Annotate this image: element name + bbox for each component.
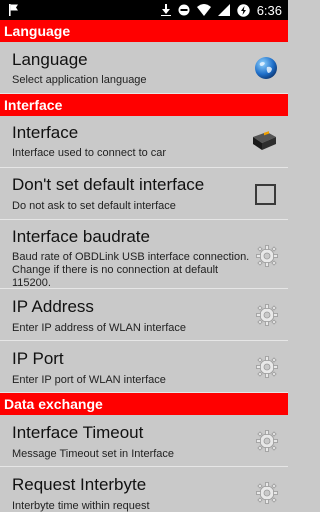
download-arrow-icon xyxy=(160,4,171,16)
section-header-data-exchange: Data exchange xyxy=(0,393,288,415)
clock: 6:36 xyxy=(256,2,282,18)
pref-ip-address[interactable]: IP Address Enter IP address of WLAN inte… xyxy=(0,289,288,341)
gear-icon xyxy=(256,482,278,504)
pref-interface-timeout[interactable]: Interface Timeout Message Timeout set in… xyxy=(0,415,288,467)
pref-summary: Message Timeout set in Interface xyxy=(12,448,175,460)
pref-summary: Enter IP address of WLAN interface xyxy=(12,322,187,334)
pref-summary: Enter IP port of WLAN interface xyxy=(12,374,166,386)
pref-ip-port[interactable]: IP Port Enter IP port of WLAN interface xyxy=(0,341,288,393)
obd-adapter-icon xyxy=(253,131,276,150)
pref-summary: Interface used to connect to car xyxy=(12,147,167,159)
settings-list[interactable]: Language Language Select application lan… xyxy=(0,20,288,512)
pref-summary: Do not ask to set default interface xyxy=(12,200,176,212)
flag-icon xyxy=(9,4,18,16)
pref-summary: Baud rate of OBDLink USB interface conne… xyxy=(12,251,250,289)
pref-interface[interactable]: Interface Interface used to connect to c… xyxy=(0,116,288,168)
pref-summary: Interbyte time within request xyxy=(12,500,150,512)
pref-title: Request Interbyte xyxy=(12,475,147,494)
wifi-icon xyxy=(196,4,211,16)
gear-icon xyxy=(256,245,278,267)
pref-request-interbyte[interactable]: Request Interbyte Interbyte time within … xyxy=(0,467,288,512)
checkbox-unchecked-icon[interactable] xyxy=(255,184,276,205)
pref-title: Interface Timeout xyxy=(12,423,144,442)
pref-interface-baudrate[interactable]: Interface baudrate Baud rate of OBDLink … xyxy=(0,220,288,289)
gear-icon xyxy=(256,356,278,378)
pref-title: Don't set default interface xyxy=(12,175,205,194)
pref-title: Interface baudrate xyxy=(12,227,150,246)
pref-title: IP Port xyxy=(12,349,64,368)
pref-dont-set-default-interface[interactable]: Don't set default interface Do not ask t… xyxy=(0,168,288,220)
globe-icon xyxy=(255,57,277,79)
do-not-disturb-icon xyxy=(178,4,190,16)
pref-language[interactable]: Language Select application language xyxy=(0,42,288,94)
signal-icon xyxy=(217,4,230,16)
section-header-language: Language xyxy=(0,20,288,42)
gear-icon xyxy=(256,430,278,452)
pref-title: Interface xyxy=(12,123,79,142)
status-bar: 6:36 xyxy=(0,0,288,20)
pref-summary: Select application language xyxy=(12,74,147,86)
section-header-interface: Interface xyxy=(0,94,288,116)
pref-title: IP Address xyxy=(12,297,94,316)
pref-title: Language xyxy=(12,50,88,69)
gear-icon xyxy=(256,304,278,326)
battery-charging-icon xyxy=(236,3,250,17)
